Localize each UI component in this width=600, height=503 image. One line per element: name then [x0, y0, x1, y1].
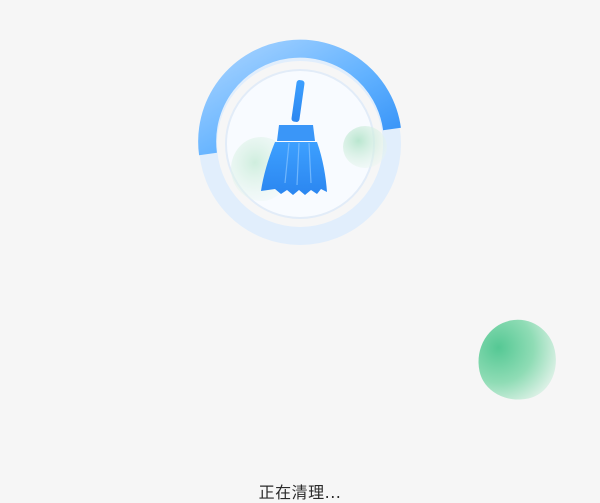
progress-ring-graphic	[198, 39, 401, 245]
floating-bubble-icon	[470, 312, 564, 408]
cleaning-progress-ring	[193, 37, 407, 251]
bubble-small-icon	[343, 126, 387, 168]
status-text: 正在清理...	[258, 483, 342, 502]
